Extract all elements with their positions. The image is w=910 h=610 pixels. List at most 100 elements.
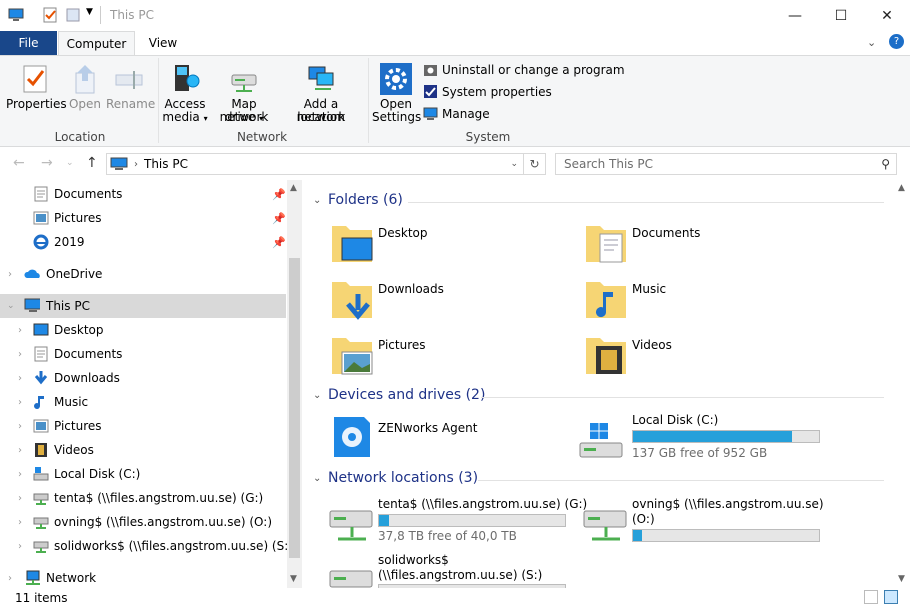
nav-item-desktop[interactable]: › Desktop — [0, 318, 286, 342]
tab-view[interactable]: View — [135, 31, 191, 55]
tab-computer[interactable]: Computer — [58, 31, 135, 55]
onedrive-cloud-icon — [24, 269, 40, 278]
rename-button[interactable]: Rename — [106, 63, 155, 125]
network-drive-icon — [329, 510, 373, 541]
expand-chevron-icon[interactable]: › — [18, 325, 22, 336]
expand-chevron-icon[interactable]: › — [18, 349, 22, 360]
collapse-ribbon-icon[interactable]: ⌄ — [867, 36, 876, 49]
tab-file[interactable]: File — [0, 31, 57, 55]
expand-chevron-icon[interactable]: › — [18, 541, 22, 552]
back-arrow-icon[interactable]: ← — [13, 155, 25, 171]
nav-scroll-thumb[interactable] — [289, 258, 300, 558]
collapse-group-icon[interactable]: ⌄ — [313, 473, 321, 484]
computer-icon[interactable] — [8, 7, 24, 23]
film-icon — [35, 443, 47, 457]
nav-item-ovning[interactable]: › ovning$ (\\files.angstrom.uu.se) (O:) — [0, 510, 286, 534]
nav-item-videos[interactable]: › Videos — [0, 438, 286, 462]
media-icon — [169, 63, 201, 95]
expand-chevron-icon[interactable]: › — [8, 573, 12, 584]
nav-item-downloads[interactable]: › Downloads — [0, 366, 286, 390]
breadcrumb-this-pc[interactable]: This PC — [144, 157, 188, 171]
expand-chevron-icon[interactable]: › — [18, 421, 22, 432]
collapse-chevron-icon[interactable]: ⌄ — [7, 301, 15, 311]
nav-item-onedrive[interactable]: › OneDrive — [0, 262, 286, 286]
expand-chevron-icon[interactable]: › — [18, 397, 22, 408]
folder-videos[interactable]: Videos — [582, 332, 832, 384]
network-drive-solidworks[interactable]: solidworks$ (\\files.angstrom.uu.se) (S:… — [328, 553, 588, 588]
folder-documents[interactable]: Documents — [582, 220, 832, 272]
address-bar[interactable]: › This PC ⌄ — [106, 153, 524, 175]
ribbon-separator — [158, 58, 159, 143]
nav-label: solidworks$ (\\files.angstrom.uu.se) (S:… — [54, 539, 293, 553]
nav-label: This PC — [46, 299, 90, 313]
nav-label: 2019 — [54, 235, 85, 249]
title-divider — [100, 6, 101, 24]
device-zenworks[interactable]: ZENworks Agent — [328, 413, 588, 473]
map-network-drive-button[interactable]: Map network drive ▾ — [208, 63, 280, 125]
uninstall-program-button[interactable]: Uninstall or change a program — [423, 62, 625, 77]
expand-chevron-icon[interactable]: › — [18, 373, 22, 384]
folder-desktop[interactable]: Desktop — [328, 220, 578, 272]
nav-item-documents-quick[interactable]: Documents 📌 — [0, 182, 286, 206]
disk-usage-fill — [379, 515, 390, 526]
nav-item-pictures-quick[interactable]: Pictures 📌 — [0, 206, 286, 230]
scroll-up-icon[interactable]: ▲ — [290, 183, 297, 193]
properties-icon[interactable] — [42, 7, 58, 23]
nav-item-2019[interactable]: 2019 📌 — [0, 230, 286, 254]
nav-item-this-pc[interactable]: ⌄ This PC — [0, 294, 286, 318]
address-dropdown-icon[interactable]: ⌄ — [510, 159, 518, 169]
network-drive-tenta[interactable]: tenta$ (\\files.angstrom.uu.se) (G:) 37,… — [328, 497, 588, 557]
item-count: 11 items — [15, 591, 68, 605]
nav-scrollbar[interactable]: ▲ ▼ — [287, 180, 302, 588]
collapse-group-icon[interactable]: ⌄ — [313, 390, 321, 401]
folder-music[interactable]: Music — [582, 276, 832, 328]
refresh-icon[interactable]: ↻ — [524, 153, 546, 175]
folder-pictures[interactable]: Pictures — [328, 332, 578, 384]
scroll-down-icon[interactable]: ▼ — [290, 574, 297, 584]
uninstall-label: Uninstall or change a program — [442, 62, 625, 77]
scroll-down-icon[interactable]: ▼ — [898, 574, 905, 584]
nav-item-solidworks[interactable]: › solidworks$ (\\files.angstrom.uu.se) (… — [0, 534, 293, 558]
nav-item-tenta[interactable]: › tenta$ (\\files.angstrom.uu.se) (G:) — [0, 486, 286, 510]
new-folder-icon[interactable] — [65, 7, 81, 23]
nav-item-local-disk[interactable]: › Local Disk (C:) — [0, 462, 286, 486]
maximize-button[interactable]: ☐ — [818, 0, 864, 31]
network-drive-ovning[interactable]: ovning$ (\\files.angstrom.uu.se) (O:) — [582, 497, 842, 557]
properties-large-icon — [19, 63, 51, 95]
open-button[interactable]: Open — [66, 63, 104, 125]
nav-item-network[interactable]: › Network — [0, 566, 286, 590]
scroll-up-icon[interactable]: ▲ — [898, 183, 905, 193]
nav-item-pictures[interactable]: › Pictures — [0, 414, 286, 438]
help-icon[interactable]: ? — [889, 34, 904, 49]
properties-button[interactable]: Properties — [6, 63, 67, 125]
recent-locations-icon[interactable]: ⌄ — [66, 158, 74, 168]
open-settings-button[interactable]: Open Settings — [372, 63, 421, 125]
forward-arrow-icon[interactable]: → — [41, 155, 53, 171]
manage-button[interactable]: Manage — [423, 106, 490, 121]
folder-downloads[interactable]: Downloads — [328, 276, 578, 328]
expand-chevron-icon[interactable]: › — [18, 493, 22, 504]
close-button[interactable]: ✕ — [864, 0, 910, 31]
device-local-disk[interactable]: Local Disk (C:) 137 GB free of 952 GB — [579, 413, 842, 473]
details-view-icon[interactable] — [864, 590, 878, 604]
content-scrollbar[interactable]: ▲ ▼ — [895, 180, 910, 588]
expand-chevron-icon[interactable]: › — [8, 269, 12, 280]
collapse-group-icon[interactable]: ⌄ — [313, 195, 321, 206]
system-properties-button[interactable]: System properties — [423, 84, 552, 99]
devices-header[interactable]: Devices and drives (2) — [328, 387, 485, 403]
large-icons-view-icon[interactable] — [884, 590, 898, 604]
network-header[interactable]: Network locations (3) — [328, 470, 478, 486]
videos-folder-icon — [586, 338, 626, 374]
minimize-button[interactable]: — — [772, 0, 818, 31]
folders-header[interactable]: Folders (6) — [328, 192, 403, 208]
expand-chevron-icon[interactable]: › — [18, 469, 22, 480]
search-input[interactable]: Search This PC ⚲ — [555, 153, 897, 175]
access-media-button[interactable]: Access media ▾ — [162, 63, 208, 125]
expand-chevron-icon[interactable]: › — [18, 517, 22, 528]
up-arrow-icon[interactable]: ↑ — [86, 155, 98, 171]
expand-chevron-icon[interactable]: › — [18, 445, 22, 456]
uninstall-icon — [424, 65, 437, 76]
nav-item-music[interactable]: › Music — [0, 390, 286, 414]
nav-item-documents[interactable]: › Documents — [0, 342, 286, 366]
add-network-location-button[interactable]: Add a network location — [282, 63, 360, 125]
